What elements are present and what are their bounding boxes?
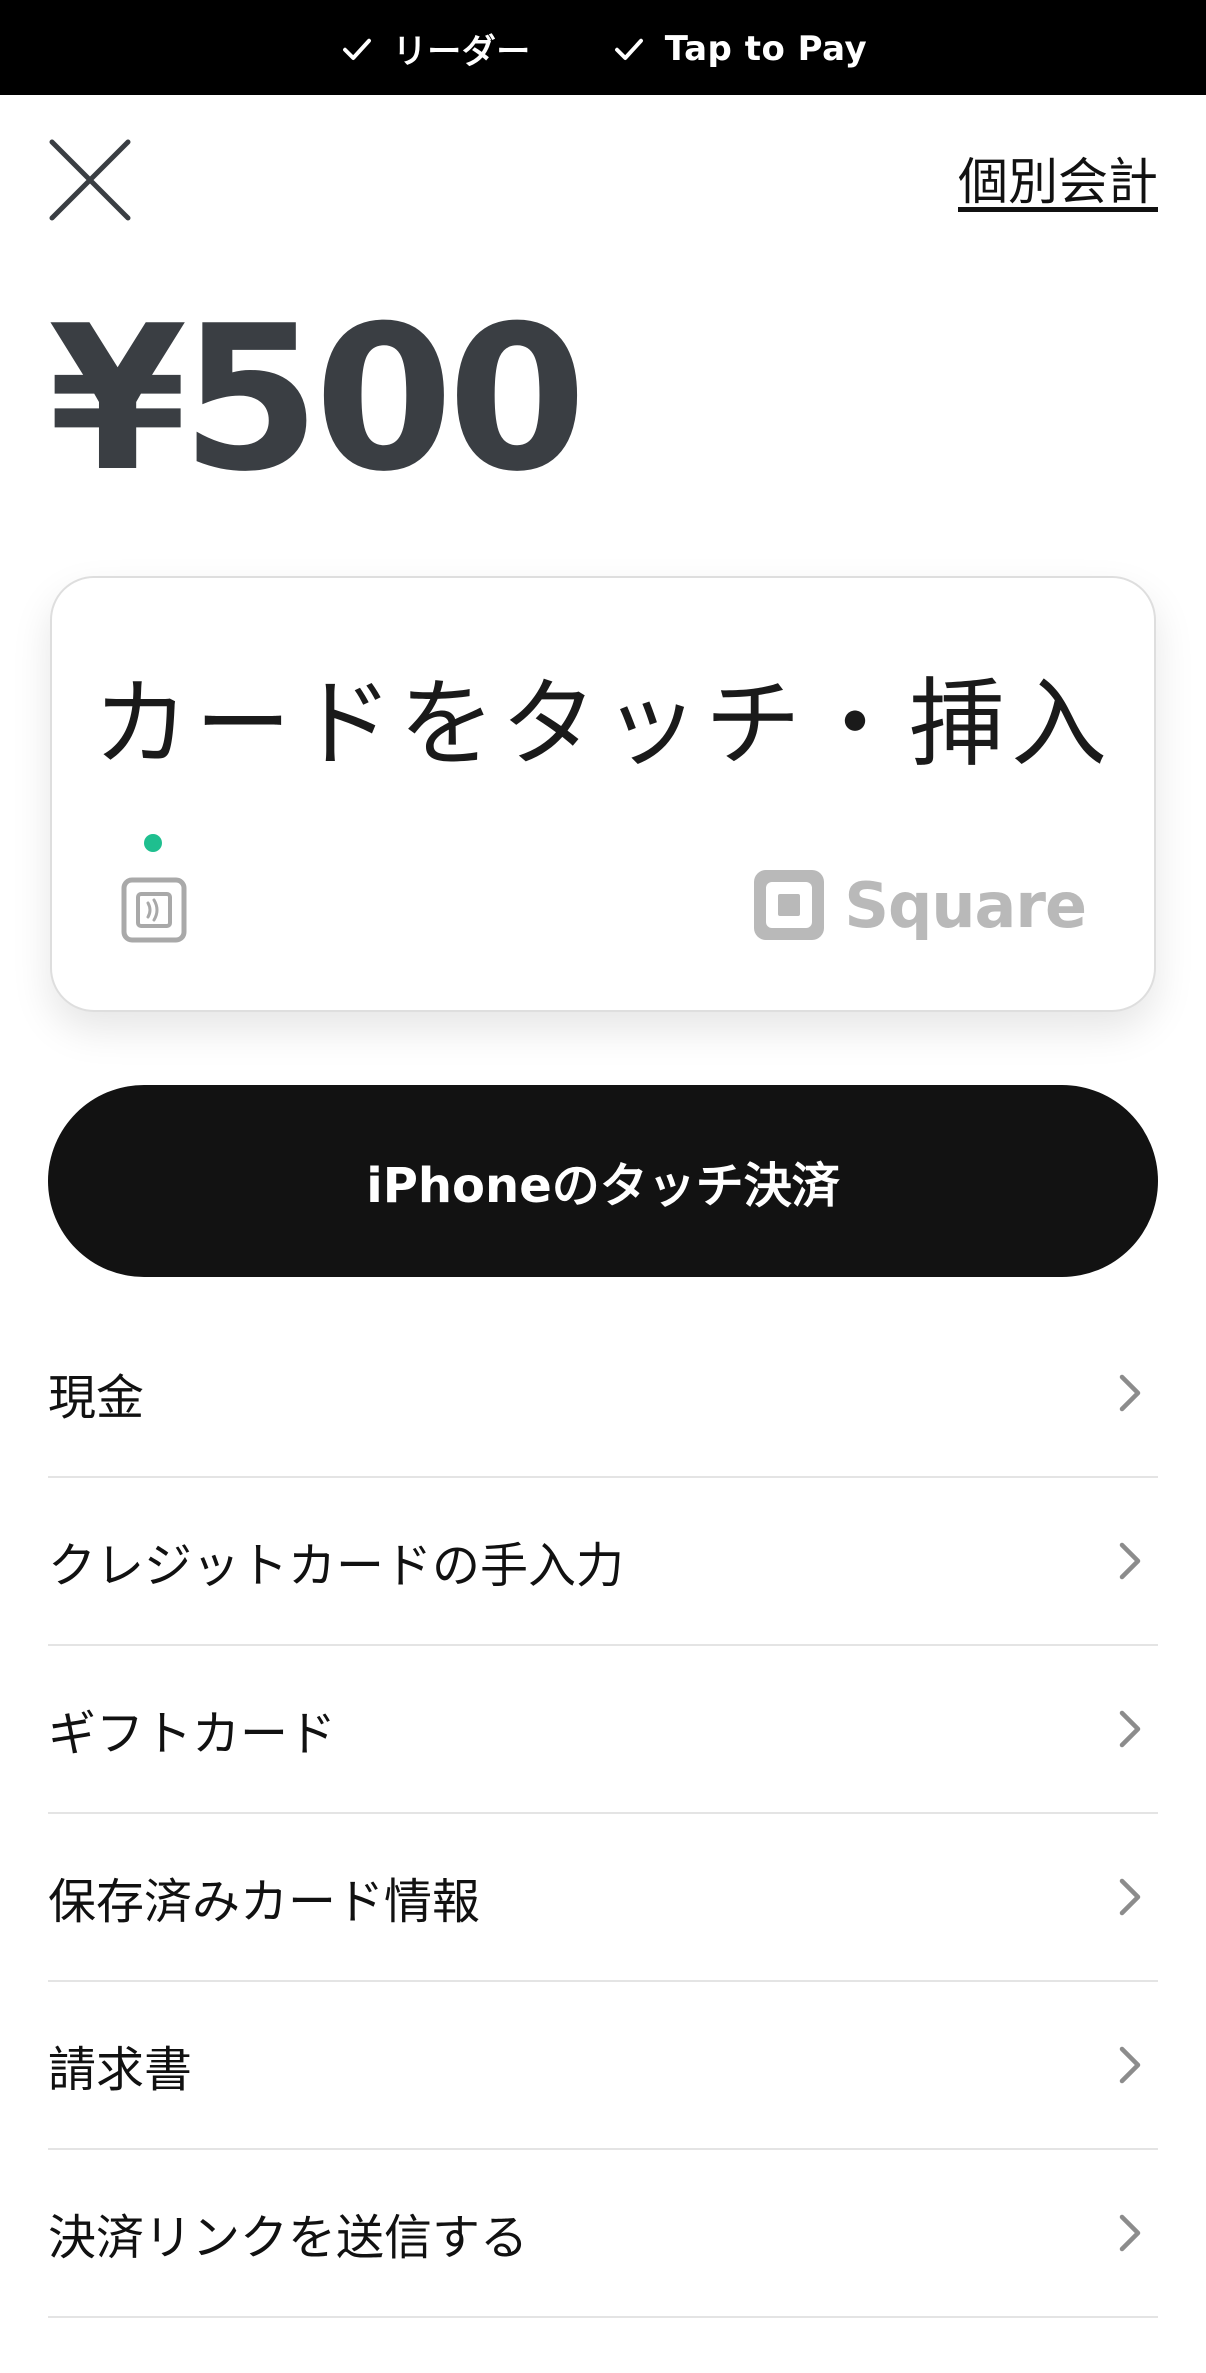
amount-due: ¥500 [48,283,587,516]
close-button[interactable] [46,136,134,224]
status-bar: リーダー Tap to Pay [0,0,1206,95]
check-icon [342,38,371,60]
square-wordmark: Square [844,868,1087,942]
chevron-right-icon [1110,2041,1150,2089]
status-label: Tap to Pay [664,28,868,69]
reader-status-dot [144,834,162,852]
payment-option-label: 決済リンクを送信する [48,2210,529,2266]
square-logo: Square [752,868,1087,942]
payment-option-saved-card[interactable]: 保存済みカード情報 [48,1814,1158,1982]
status-item-tap-to-pay: Tap to Pay [611,29,867,69]
square-logo-icon [754,870,825,940]
payment-option-payment-link[interactable]: 決済リンクを送信する [48,2150,1158,2318]
chevron-right-icon [1110,1705,1150,1753]
payment-option-invoice[interactable]: 請求書 [48,1982,1158,2150]
payment-option-label: クレジットカードの手入力 [48,1538,625,1594]
tap-to-pay-button[interactable]: iPhoneのタッチ決済 [48,1085,1158,1277]
payment-option-label: 保存済みカード情報 [48,1874,481,1930]
split-payment-link[interactable]: 個別会計 [958,142,1158,214]
payment-option-label: ギフトカード [48,1706,337,1762]
payment-option-gift-card[interactable]: ギフトカード [48,1646,1158,1814]
chevron-right-icon [1110,1873,1150,1921]
chevron-right-icon [1110,2209,1150,2257]
reader-card: カードをタッチ・挿入 Square [50,576,1156,1012]
close-icon [49,139,131,221]
payment-option-cash[interactable]: 現金 [48,1310,1158,1478]
chevron-right-icon [1110,1369,1150,1417]
payment-option-label: 現金 [48,1370,145,1426]
payment-options-list: 現金 クレジットカードの手入力 ギフトカード 保存済みカード情報 請求書 決済リ… [48,1310,1158,2318]
chevron-right-icon [1110,1537,1150,1585]
reader-prompt: カードをタッチ・挿入 [93,668,1113,780]
status-item-reader: リーダー [339,24,531,73]
payment-option-manual-card[interactable]: クレジットカードの手入力 [48,1478,1158,1646]
payment-option-label: 請求書 [48,2042,193,2098]
status-label: リーダー [392,32,531,72]
check-icon [614,38,643,60]
card-reader-icon [120,876,188,944]
